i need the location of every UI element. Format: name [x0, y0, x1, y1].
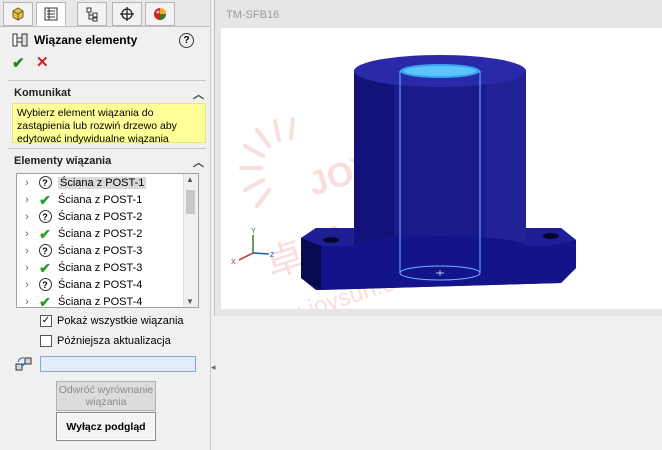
list-item-label: Ściana z POST-2	[58, 210, 143, 223]
disable-preview-button[interactable]: Wyłącz podgląd	[56, 412, 156, 441]
close-icon[interactable]: ✕	[36, 53, 49, 71]
list-item[interactable]: › ? Ściana z POST-4	[17, 276, 183, 293]
scroll-down-icon[interactable]: ▼	[186, 297, 194, 306]
tab-feature-manager[interactable]	[3, 2, 33, 26]
checkbox-label: Pokaż wszystkie wiązania	[57, 315, 184, 327]
question-status-icon: ?	[38, 210, 52, 223]
list-item-label: Ściana z POST-1	[58, 176, 147, 189]
scroll-up-icon[interactable]: ▲	[186, 175, 194, 184]
checkbox-box[interactable]: ✓	[40, 315, 52, 327]
check-status-icon: ✔	[39, 293, 51, 308]
section-title: Komunikat	[14, 87, 71, 99]
chevron-right-icon[interactable]: ›	[20, 177, 34, 189]
property-manager-icon	[44, 7, 58, 21]
button-label-line2: wiązania	[85, 396, 127, 408]
check-status-icon: ✔	[39, 225, 51, 242]
later-update-checkbox[interactable]: Późniejsza aktualizacja	[40, 335, 171, 347]
divider	[8, 148, 206, 149]
chevron-right-icon[interactable]: ›	[20, 194, 34, 206]
svg-text:Y: Y	[251, 228, 256, 235]
list-item[interactable]: › ✔ Ściana z POST-1	[17, 191, 183, 208]
mate-entities-list[interactable]: › ? Ściana z POST-1 › ✔ Ściana z POST-1 …	[16, 173, 199, 308]
page-title: Wiązane elementy	[34, 33, 138, 47]
tab-display-manager[interactable]	[145, 2, 175, 26]
manager-tabs	[0, 0, 210, 27]
list-item-label: Ściana z POST-4	[58, 295, 143, 308]
chevron-right-icon[interactable]: ›	[20, 296, 34, 308]
check-status-icon: ✔	[39, 259, 51, 276]
dimxpert-crosshair-icon	[120, 7, 134, 21]
button-label-line1: Odwróć wyrównanie	[58, 384, 154, 396]
list-item[interactable]: › ✔ Ściana z POST-2	[17, 225, 183, 242]
cylinder-body	[354, 55, 526, 256]
configuration-icon	[86, 7, 98, 22]
list-item-label: Ściana z POST-4	[58, 278, 143, 291]
question-status-icon: ?	[38, 244, 52, 257]
ok-check-icon[interactable]: ✔	[12, 54, 25, 72]
mated-entities-icon	[12, 33, 28, 47]
flip-mate-alignment-button[interactable]: Odwróć wyrównanie wiązania	[56, 381, 156, 411]
list-item-label: Ściana z POST-1	[58, 193, 143, 206]
panel-splitter-handle[interactable]: ◂	[211, 362, 216, 373]
scrollbar-thumb[interactable]	[186, 190, 195, 214]
list-item[interactable]: › ✔ Ściana z POST-3	[17, 259, 183, 276]
svg-text:X: X	[231, 259, 236, 266]
chevron-right-icon[interactable]: ›	[20, 245, 34, 257]
list-item[interactable]: › ? Ściana z POST-2	[17, 208, 183, 225]
list-item-label: Ściana z POST-3	[58, 261, 143, 274]
show-all-mates-checkbox[interactable]: ✓ Pokaż wszystkie wiązania	[40, 315, 184, 327]
list-item[interactable]: › ? Ściana z POST-1	[17, 174, 183, 191]
list-item[interactable]: › ? Ściana z POST-3	[17, 242, 183, 259]
help-icon[interactable]: ?	[179, 33, 194, 48]
model-render: JOYSUN 卓 盈 sw-joysun.c	[231, 55, 576, 334]
property-manager-panel: Wiązane elementy ? ✔ ✕ Komunikat ︿ Wybie…	[0, 0, 211, 450]
list-item-label: Ściana z POST-3	[58, 244, 143, 257]
section-header-message[interactable]: Komunikat ︿	[14, 87, 204, 103]
message-box: Wybierz element wiązania do zastąpienia …	[12, 103, 206, 145]
check-status-icon: ✔	[39, 191, 51, 208]
list-item[interactable]: › ✔ Ściana z POST-4	[17, 293, 183, 308]
replacement-entity-field[interactable]	[40, 356, 196, 372]
model-title: TM-SFB16	[226, 9, 280, 21]
checkbox-box[interactable]	[40, 335, 52, 347]
section-header-mate-entities[interactable]: Elementy wiązania ︿	[14, 155, 204, 171]
question-status-icon: ?	[38, 176, 52, 189]
tab-configuration-manager[interactable]	[77, 2, 107, 26]
question-status-icon: ?	[38, 278, 52, 291]
property-manager-header: Wiązane elementy ?	[12, 31, 202, 49]
feature-tree-icon	[12, 7, 24, 21]
divider	[8, 80, 206, 81]
chevron-up-icon[interactable]: ︿	[193, 86, 204, 102]
graphics-viewport[interactable]: JOYSUN 卓 盈 sw-joysun.c	[221, 28, 662, 334]
appearance-sphere-icon	[154, 8, 166, 20]
section-title: Elementy wiązania	[14, 155, 112, 167]
list-item-label: Ściana z POST-2	[58, 227, 143, 240]
svg-text:Z: Z	[270, 252, 275, 259]
replace-mate-entity-icon	[15, 357, 32, 371]
tab-property-manager[interactable]	[36, 2, 66, 26]
chevron-right-icon[interactable]: ›	[20, 279, 34, 291]
button-label: Wyłącz podgląd	[66, 420, 146, 433]
vertical-scrollbar[interactable]: ▲ ▼	[183, 174, 198, 307]
chevron-right-icon[interactable]: ›	[20, 211, 34, 223]
chevron-up-icon[interactable]: ︿	[193, 154, 204, 170]
chevron-right-icon[interactable]: ›	[20, 262, 34, 274]
chevron-right-icon[interactable]: ›	[20, 228, 34, 240]
tab-dimxpert-manager[interactable]	[112, 2, 142, 26]
checkbox-label: Późniejsza aktualizacja	[57, 335, 171, 347]
